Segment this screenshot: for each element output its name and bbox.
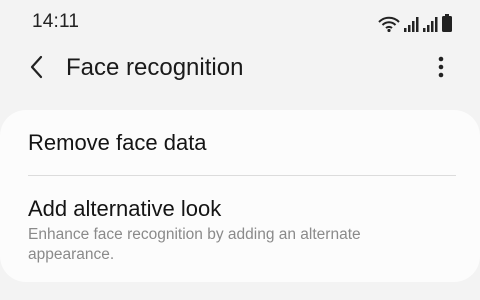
- add-alternative-look-label: Add alternative look: [28, 196, 222, 221]
- add-alternative-look-description: Enhance face recognition by adding an al…: [28, 226, 361, 263]
- status-bar: 14:11: [0, 0, 480, 44]
- signal-icon: [404, 16, 419, 32]
- status-time: 14:11: [32, 11, 80, 32]
- status-icons: [378, 12, 452, 32]
- chevron-left-icon: [29, 55, 45, 84]
- remove-face-data-item[interactable]: Remove face data: [0, 110, 480, 176]
- battery-icon: [442, 14, 452, 32]
- remove-face-data-label: Remove face data: [28, 130, 207, 155]
- app-bar: Face recognition: [0, 44, 480, 94]
- signal-icon: [423, 16, 438, 32]
- page-title: Face recognition: [66, 54, 244, 81]
- settings-card: Remove face data Add alternative look En…: [0, 110, 480, 282]
- back-button[interactable]: [20, 52, 54, 86]
- more-options-button[interactable]: [424, 52, 458, 86]
- more-vertical-icon: [438, 56, 444, 83]
- add-alternative-look-item[interactable]: Add alternative look Enhance face recogn…: [0, 176, 480, 282]
- wifi-icon: [378, 16, 400, 32]
